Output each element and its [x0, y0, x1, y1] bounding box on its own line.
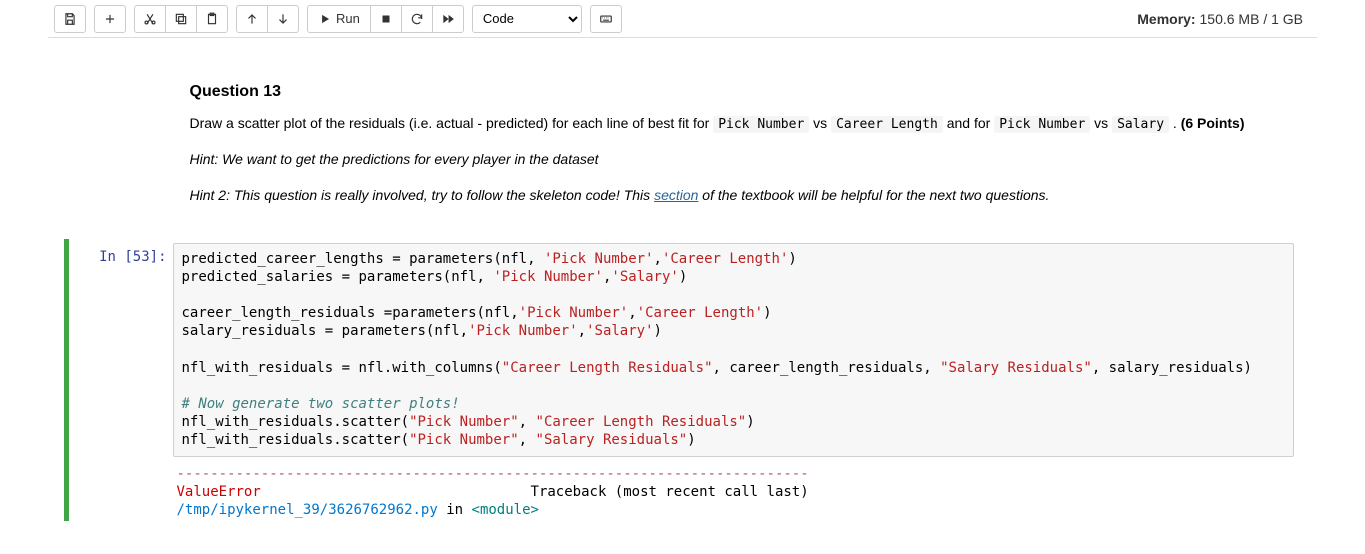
- notebook-container: Question 13 Draw a scatter plot of the r…: [63, 58, 1303, 522]
- save-icon: [63, 12, 77, 26]
- traceback-label: Traceback (most recent call last): [531, 484, 809, 500]
- input-prompt: In [53]:: [73, 243, 173, 457]
- inline-code: Pick Number: [713, 116, 809, 133]
- memory-label: Memory:: [1137, 11, 1195, 27]
- fast-forward-icon: [441, 12, 455, 26]
- run-button[interactable]: Run: [307, 5, 371, 33]
- cell-type-select[interactable]: Code: [472, 5, 582, 33]
- interrupt-button[interactable]: [370, 5, 402, 33]
- scissors-icon: [143, 12, 157, 26]
- traceback-module: <module>: [472, 502, 539, 518]
- markdown-cell[interactable]: Question 13 Draw a scatter plot of the r…: [176, 83, 1282, 239]
- question-body: Draw a scatter plot of the residuals (i.…: [190, 113, 1268, 135]
- keyboard-icon: [599, 12, 613, 26]
- restart-run-all-button[interactable]: [432, 5, 464, 33]
- paste-button[interactable]: [196, 5, 228, 33]
- inline-code: Career Length: [831, 116, 943, 133]
- hint-1: Hint: We want to get the predictions for…: [190, 149, 1268, 171]
- traceback-dashes: ----------------------------------------…: [177, 466, 809, 482]
- traceback-path: /tmp/ipykernel_39/3626762962.py: [177, 502, 438, 518]
- save-button[interactable]: [54, 5, 86, 33]
- cut-button[interactable]: [134, 5, 166, 33]
- run-button-label: Run: [336, 11, 360, 26]
- code-cell[interactable]: In [53]: predicted_career_lengths = para…: [64, 239, 1302, 457]
- insert-cell-button[interactable]: [94, 5, 126, 33]
- restart-button[interactable]: [401, 5, 433, 33]
- toolbar: Run Code Memory: 150.6 MB / 1 GB: [48, 0, 1317, 38]
- in-text: in: [438, 502, 472, 518]
- error-name: ValueError: [177, 484, 261, 500]
- memory-value: 150.6 MB / 1 GB: [1200, 11, 1304, 27]
- clipboard-icon: [205, 12, 219, 26]
- refresh-icon: [410, 12, 424, 26]
- section-link[interactable]: section: [654, 187, 698, 203]
- arrow-up-icon: [245, 12, 259, 26]
- inline-code: Salary: [1112, 116, 1169, 133]
- stop-icon: [379, 12, 393, 26]
- move-down-button[interactable]: [267, 5, 299, 33]
- plus-icon: [103, 12, 117, 26]
- copy-button[interactable]: [165, 5, 197, 33]
- points: (6 Points): [1181, 115, 1245, 131]
- move-up-button[interactable]: [236, 5, 268, 33]
- question-title: Question 13: [190, 83, 1268, 101]
- hint-2: Hint 2: This question is really involved…: [190, 185, 1268, 207]
- inline-code: Pick Number: [994, 116, 1090, 133]
- copy-icon: [174, 12, 188, 26]
- output-area: ----------------------------------------…: [64, 457, 1302, 522]
- code-input-area[interactable]: predicted_career_lengths = parameters(nf…: [173, 243, 1294, 457]
- arrow-down-icon: [276, 12, 290, 26]
- play-icon: [318, 12, 332, 26]
- command-palette-button[interactable]: [590, 5, 622, 33]
- output-body: ----------------------------------------…: [173, 463, 1294, 522]
- memory-indicator: Memory: 150.6 MB / 1 GB: [1137, 11, 1311, 27]
